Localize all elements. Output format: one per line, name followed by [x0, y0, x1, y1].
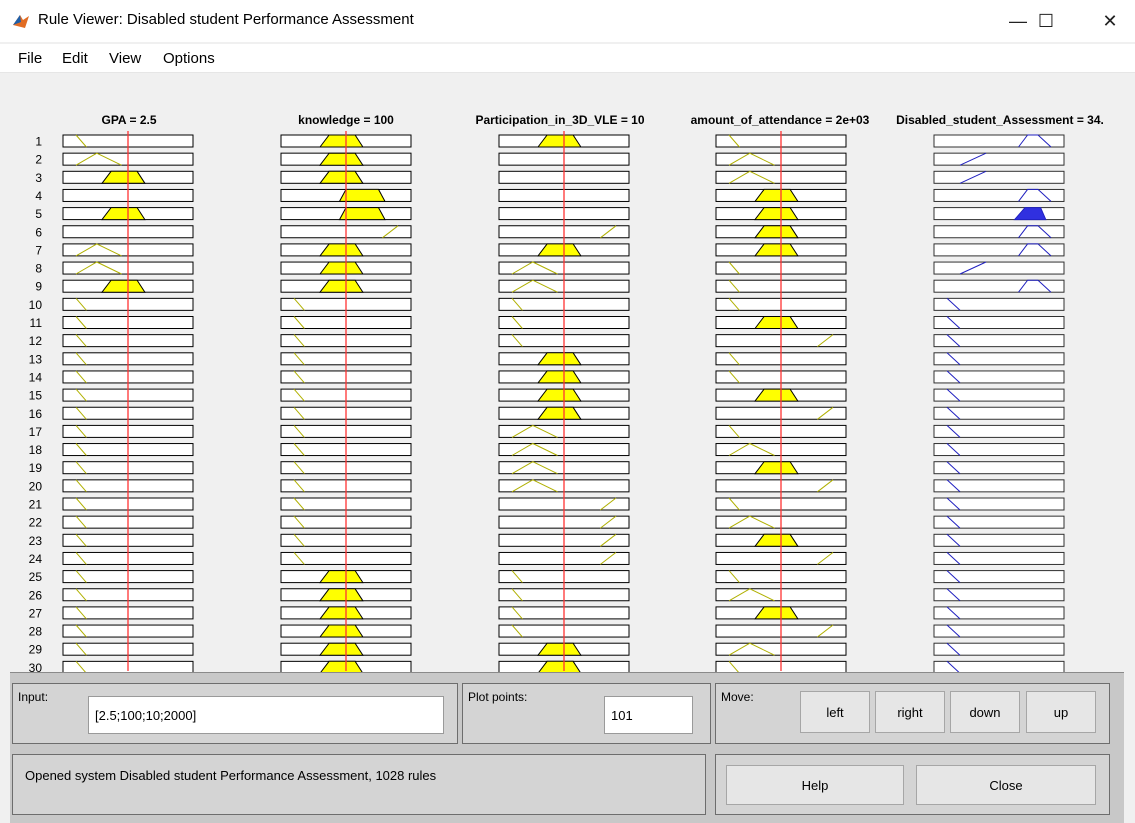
plot-points-frame: Plot points: 101	[462, 683, 711, 744]
rule-number: 9	[35, 280, 42, 294]
rule-number: 21	[29, 498, 43, 512]
rule-number: 2	[35, 153, 42, 167]
rule-number: 16	[29, 407, 43, 421]
column-header: GPA = 2.5	[101, 113, 156, 127]
plot-points-field[interactable]: 101	[604, 696, 693, 734]
rule-number: 24	[29, 552, 43, 566]
rule-number: 6	[35, 225, 42, 239]
rule-number: 27	[29, 606, 43, 620]
rule-number: 10	[29, 298, 43, 312]
move-up-button[interactable]: up	[1026, 691, 1096, 733]
input-label: Input:	[18, 690, 49, 704]
column-header: knowledge = 100	[298, 113, 394, 127]
title-bar: Rule Viewer: Disabled student Performanc…	[0, 0, 1135, 42]
rule-number: 22	[29, 516, 43, 530]
rule-number: 30	[29, 661, 43, 672]
move-label: Move:	[721, 690, 754, 704]
menu-edit[interactable]: Edit	[62, 50, 88, 67]
maximize-button[interactable]: ☐	[1023, 0, 1069, 42]
move-down-button[interactable]: down	[950, 691, 1020, 733]
rule-number: 25	[29, 570, 43, 584]
control-panel: Input: [2.5;100;10;2000] Plot points: 10…	[10, 672, 1124, 823]
menu-bar: File Edit View Options	[0, 44, 1135, 72]
status-message: Opened system Disabled student Performan…	[25, 768, 437, 783]
input-field[interactable]: [2.5;100;10;2000]	[88, 696, 444, 734]
mf-box	[933, 261, 1065, 275]
rule-number: 13	[29, 352, 43, 366]
rule-number: 12	[29, 334, 43, 348]
mf-box	[933, 170, 1065, 184]
input-frame: Input: [2.5;100;10;2000]	[12, 683, 458, 744]
rule-number: 18	[29, 443, 43, 457]
rule-number: 26	[29, 588, 43, 602]
rule-number: 4	[35, 189, 42, 203]
close-button[interactable]: Close	[916, 765, 1096, 805]
window-title: Rule Viewer: Disabled student Performanc…	[38, 11, 414, 28]
menu-view[interactable]: View	[109, 50, 141, 67]
column-header: Disabled_student_Assessment = 34.	[896, 113, 1104, 127]
rule-number: 3	[35, 171, 42, 185]
rule-number: 15	[29, 389, 43, 403]
dialog-buttons-frame: Help Close	[715, 754, 1110, 815]
column-header: Participation_in_3D_VLE = 10	[475, 113, 644, 127]
rule-number: 8	[35, 262, 42, 276]
move-frame: Move: left right down up	[715, 683, 1110, 744]
rule-number: 28	[29, 625, 43, 639]
rule-number: 23	[29, 534, 43, 548]
rule-number: 11	[30, 316, 43, 330]
rule-number: 14	[29, 370, 43, 384]
plot-points-label: Plot points:	[468, 690, 528, 704]
mf-box	[933, 152, 1065, 166]
matlab-icon	[12, 12, 30, 30]
help-button[interactable]: Help	[726, 765, 904, 805]
rule-number: 7	[35, 243, 42, 257]
menu-options[interactable]: Options	[163, 50, 215, 67]
column-header: amount_of_attendance = 2e+03	[691, 113, 870, 127]
close-window-button[interactable]: ✕	[1087, 0, 1133, 42]
rule-viewer-plot[interactable]: GPA = 2.5 knowledge = 100 Participation_in…	[0, 73, 1135, 672]
move-right-button[interactable]: right	[875, 691, 945, 733]
rule-number: 20	[29, 479, 43, 493]
rule-number: 5	[35, 207, 42, 221]
move-left-button[interactable]: left	[800, 691, 870, 733]
rule-number: 29	[29, 643, 43, 657]
rule-number: 19	[29, 461, 43, 475]
rule-number: 1	[35, 135, 42, 149]
rule-number: 17	[29, 425, 43, 439]
status-frame: Opened system Disabled student Performan…	[12, 754, 706, 815]
menu-file[interactable]: File	[18, 50, 42, 67]
